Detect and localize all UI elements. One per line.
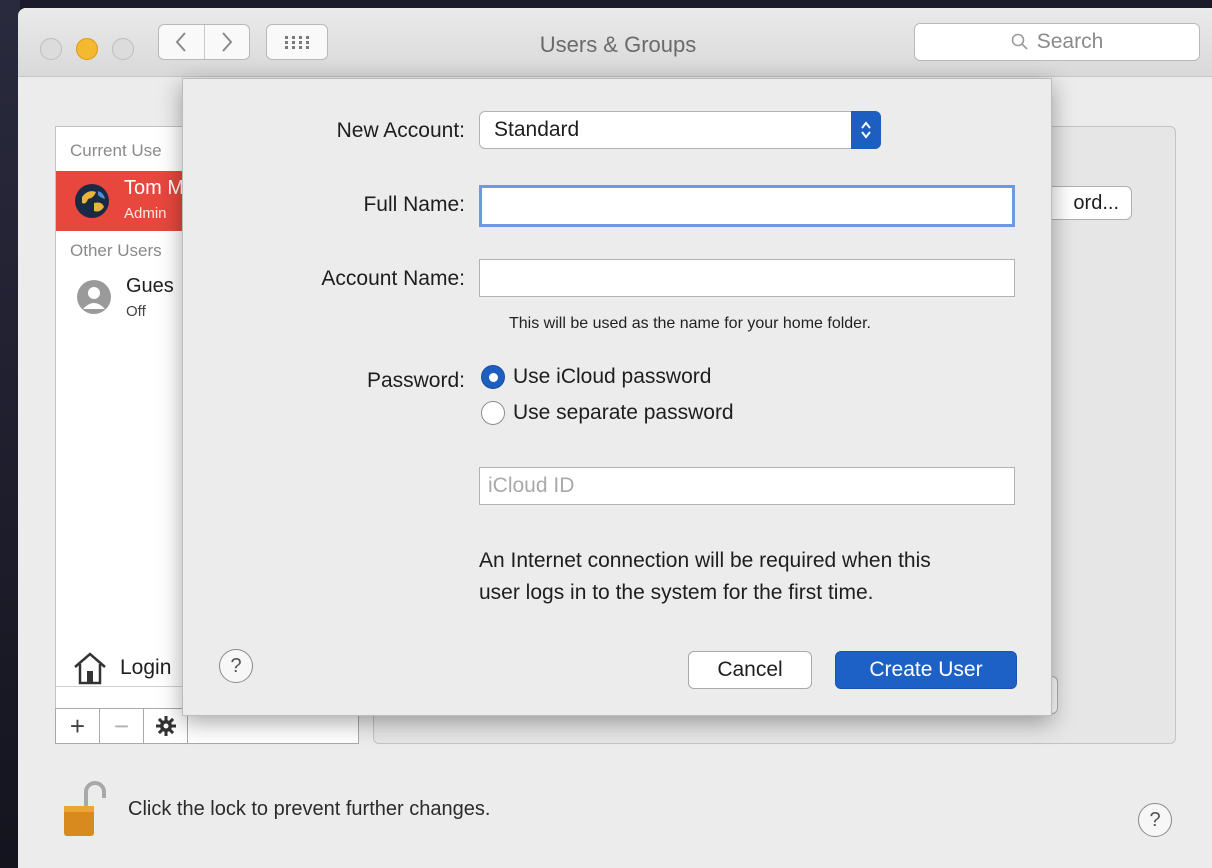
search-field[interactable]: Search — [914, 23, 1200, 61]
title-bar: Users & Groups Search — [18, 8, 1212, 77]
back-icon — [175, 32, 186, 52]
search-placeholder: Search — [1036, 30, 1104, 53]
account-type-value: Standard — [494, 118, 580, 141]
current-user-name: Tom M — [124, 177, 184, 199]
search-icon — [1011, 33, 1028, 50]
radio-unselected-icon — [481, 401, 505, 425]
lock-icon[interactable] — [62, 780, 106, 838]
radio-icloud-label: Use iCloud password — [513, 365, 712, 388]
house-icon — [74, 652, 106, 685]
add-user-button[interactable]: + — [56, 709, 100, 743]
internet-info-text: An Internet connection will be required … — [479, 545, 1039, 609]
radio-separate-password[interactable]: Use separate password — [481, 401, 734, 425]
account-name-label: Account Name: — [321, 267, 465, 290]
radio-selected-icon — [481, 365, 505, 389]
icloud-id-field[interactable]: iCloud ID — [479, 467, 1015, 505]
globe-avatar-icon — [75, 184, 109, 218]
radio-separate-label: Use separate password — [513, 401, 734, 424]
new-account-sheet: New Account: Standard Full Name: Account… — [182, 78, 1052, 716]
back-button[interactable] — [159, 25, 204, 59]
current-users-header: Current Use — [70, 141, 162, 160]
internet-info-line-1: An Internet connection will be required … — [479, 549, 931, 572]
gear-icon — [155, 716, 176, 736]
account-type-select[interactable]: Standard — [479, 111, 881, 149]
current-user-role: Admin — [124, 205, 167, 222]
window-title: Users & Groups — [539, 32, 697, 57]
create-user-button[interactable]: Create User — [835, 651, 1017, 689]
login-options-item[interactable]: Login — [72, 651, 171, 685]
full-name-label: Full Name: — [363, 193, 465, 216]
forward-icon — [222, 32, 233, 52]
icloud-id-placeholder: iCloud ID — [488, 474, 575, 497]
zoom-window-button[interactable] — [112, 38, 134, 60]
guest-user-name: Gues — [126, 275, 174, 297]
show-all-button[interactable] — [266, 24, 328, 60]
new-account-label: New Account: — [336, 119, 465, 142]
stepper-icon — [851, 111, 881, 149]
guest-user-status: Off — [126, 303, 146, 320]
other-users-header: Other Users — [70, 241, 162, 260]
account-name-field[interactable] — [479, 259, 1015, 297]
nav-buttons — [158, 24, 250, 60]
lock-row: Click the lock to prevent further change… — [62, 780, 490, 838]
grid-icon — [285, 36, 309, 49]
radio-icloud-password[interactable]: Use iCloud password — [481, 365, 711, 389]
full-name-field[interactable] — [479, 185, 1015, 227]
help-icon: ? — [230, 654, 242, 677]
guest-avatar-icon — [77, 280, 111, 314]
remove-user-button[interactable]: − — [100, 709, 144, 743]
preferences-window: Users & Groups Search Current Use Tom M … — [18, 8, 1212, 868]
desktop-backdrop — [0, 0, 20, 868]
close-window-button[interactable] — [40, 38, 62, 60]
internet-info-line-2: user logs in to the system for the first… — [479, 581, 874, 604]
forward-button[interactable] — [203, 25, 250, 59]
login-options-label: Login — [120, 656, 172, 679]
help-button-sheet[interactable]: ? — [219, 649, 253, 683]
help-icon: ? — [1149, 808, 1161, 831]
help-button-window[interactable]: ? — [1138, 803, 1172, 837]
account-name-hint: This will be used as the name for your h… — [509, 315, 871, 332]
password-label: Password: — [366, 369, 465, 392]
minimize-window-button[interactable] — [76, 38, 98, 60]
cancel-button[interactable]: Cancel — [688, 651, 812, 689]
lock-text: Click the lock to prevent further change… — [128, 797, 491, 820]
